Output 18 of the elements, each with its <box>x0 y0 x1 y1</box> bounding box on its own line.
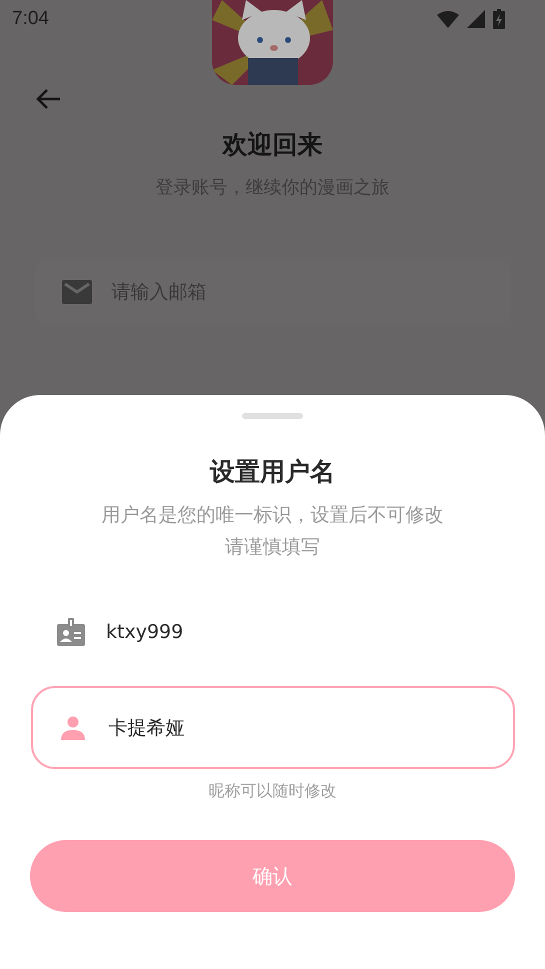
mail-icon <box>62 280 92 304</box>
person-icon <box>60 716 84 740</box>
nickname-field[interactable]: 卡提希娅 <box>30 686 514 769</box>
id-badge-icon <box>57 618 85 646</box>
sheet-title: 设置用户名 <box>210 456 335 488</box>
confirm-button[interactable]: 确认 <box>30 840 515 912</box>
nickname-value: 卡提希娅 <box>108 716 184 740</box>
back-arrow-icon[interactable] <box>35 88 61 110</box>
signal-icon <box>467 10 485 28</box>
description-text: 用户名是您的唯一标识，设置后不可修改 <box>102 503 444 528</box>
battery-icon <box>493 9 505 29</box>
wifi-icon <box>437 10 459 28</box>
drag-handle[interactable] <box>242 413 303 419</box>
description-text: 请谨慎填写 <box>225 535 320 560</box>
hint-text: 昵称可以随时修改 <box>208 781 336 802</box>
status-time: 7:04 <box>12 8 49 30</box>
username-text: ktxy999 <box>106 621 184 643</box>
page-title: 欢迎回来 <box>222 129 322 161</box>
